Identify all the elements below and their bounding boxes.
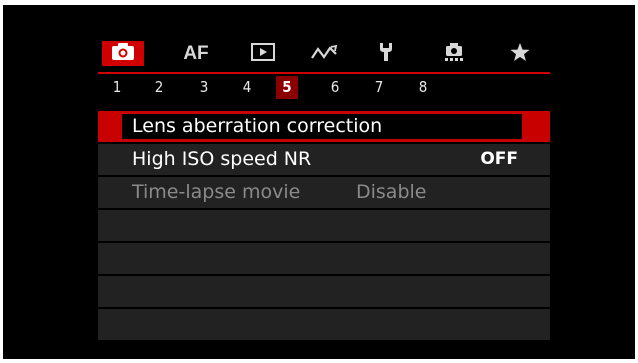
page-7[interactable]: 7 xyxy=(368,76,390,99)
tab-playback[interactable] xyxy=(243,41,283,66)
page-2[interactable]: 2 xyxy=(148,76,170,99)
tab-wireless[interactable] xyxy=(304,41,344,66)
page-5[interactable]: 5 xyxy=(276,76,298,99)
menu-item-value: OFF xyxy=(480,149,518,169)
wrench-icon xyxy=(377,42,395,66)
page-6[interactable]: 6 xyxy=(324,76,346,99)
tab-shooting[interactable] xyxy=(102,41,144,66)
camera-screen: AF 1 2 3 4 5 6 7 8 Lens aberration corre… xyxy=(3,5,635,359)
menu-item-value: Disable xyxy=(356,181,427,203)
menu-item-empty xyxy=(98,309,550,340)
custom-functions-icon xyxy=(443,42,465,66)
menu-item-empty xyxy=(98,243,550,274)
menu-list: Lens aberration correction High ISO spee… xyxy=(98,111,550,342)
page-8[interactable]: 8 xyxy=(412,76,434,99)
camera-icon xyxy=(111,42,135,65)
page-1[interactable]: 1 xyxy=(106,76,128,99)
tab-custom-functions[interactable] xyxy=(434,41,474,66)
menu-item-empty xyxy=(98,276,550,307)
menu-tab-bar: AF xyxy=(98,41,550,67)
play-icon xyxy=(251,42,275,65)
menu-item-high-iso-speed-nr[interactable]: High ISO speed NR OFF xyxy=(98,144,550,175)
menu-item-time-lapse-movie: Time-lapse movie Disable xyxy=(98,177,550,208)
page-selector: 1 2 3 4 5 6 7 8 xyxy=(98,76,550,100)
tab-setup[interactable] xyxy=(366,41,406,66)
star-icon xyxy=(509,42,531,66)
wireless-icon xyxy=(310,43,338,65)
menu-item-empty xyxy=(98,210,550,241)
tab-af[interactable]: AF xyxy=(176,41,216,66)
menu-panel: AF 1 2 3 4 5 6 7 8 Lens aberration corre… xyxy=(98,35,550,342)
tab-underline xyxy=(98,72,550,74)
menu-item-lens-aberration-correction[interactable]: Lens aberration correction xyxy=(98,111,550,142)
tab-af-label: AF xyxy=(183,42,209,64)
page-3[interactable]: 3 xyxy=(193,76,215,99)
tab-my-menu[interactable] xyxy=(500,41,540,66)
menu-item-label: Lens aberration correction xyxy=(132,115,383,137)
menu-item-label: High ISO speed NR xyxy=(132,148,312,170)
menu-item-label: Time-lapse movie xyxy=(132,181,301,203)
page-4[interactable]: 4 xyxy=(236,76,258,99)
